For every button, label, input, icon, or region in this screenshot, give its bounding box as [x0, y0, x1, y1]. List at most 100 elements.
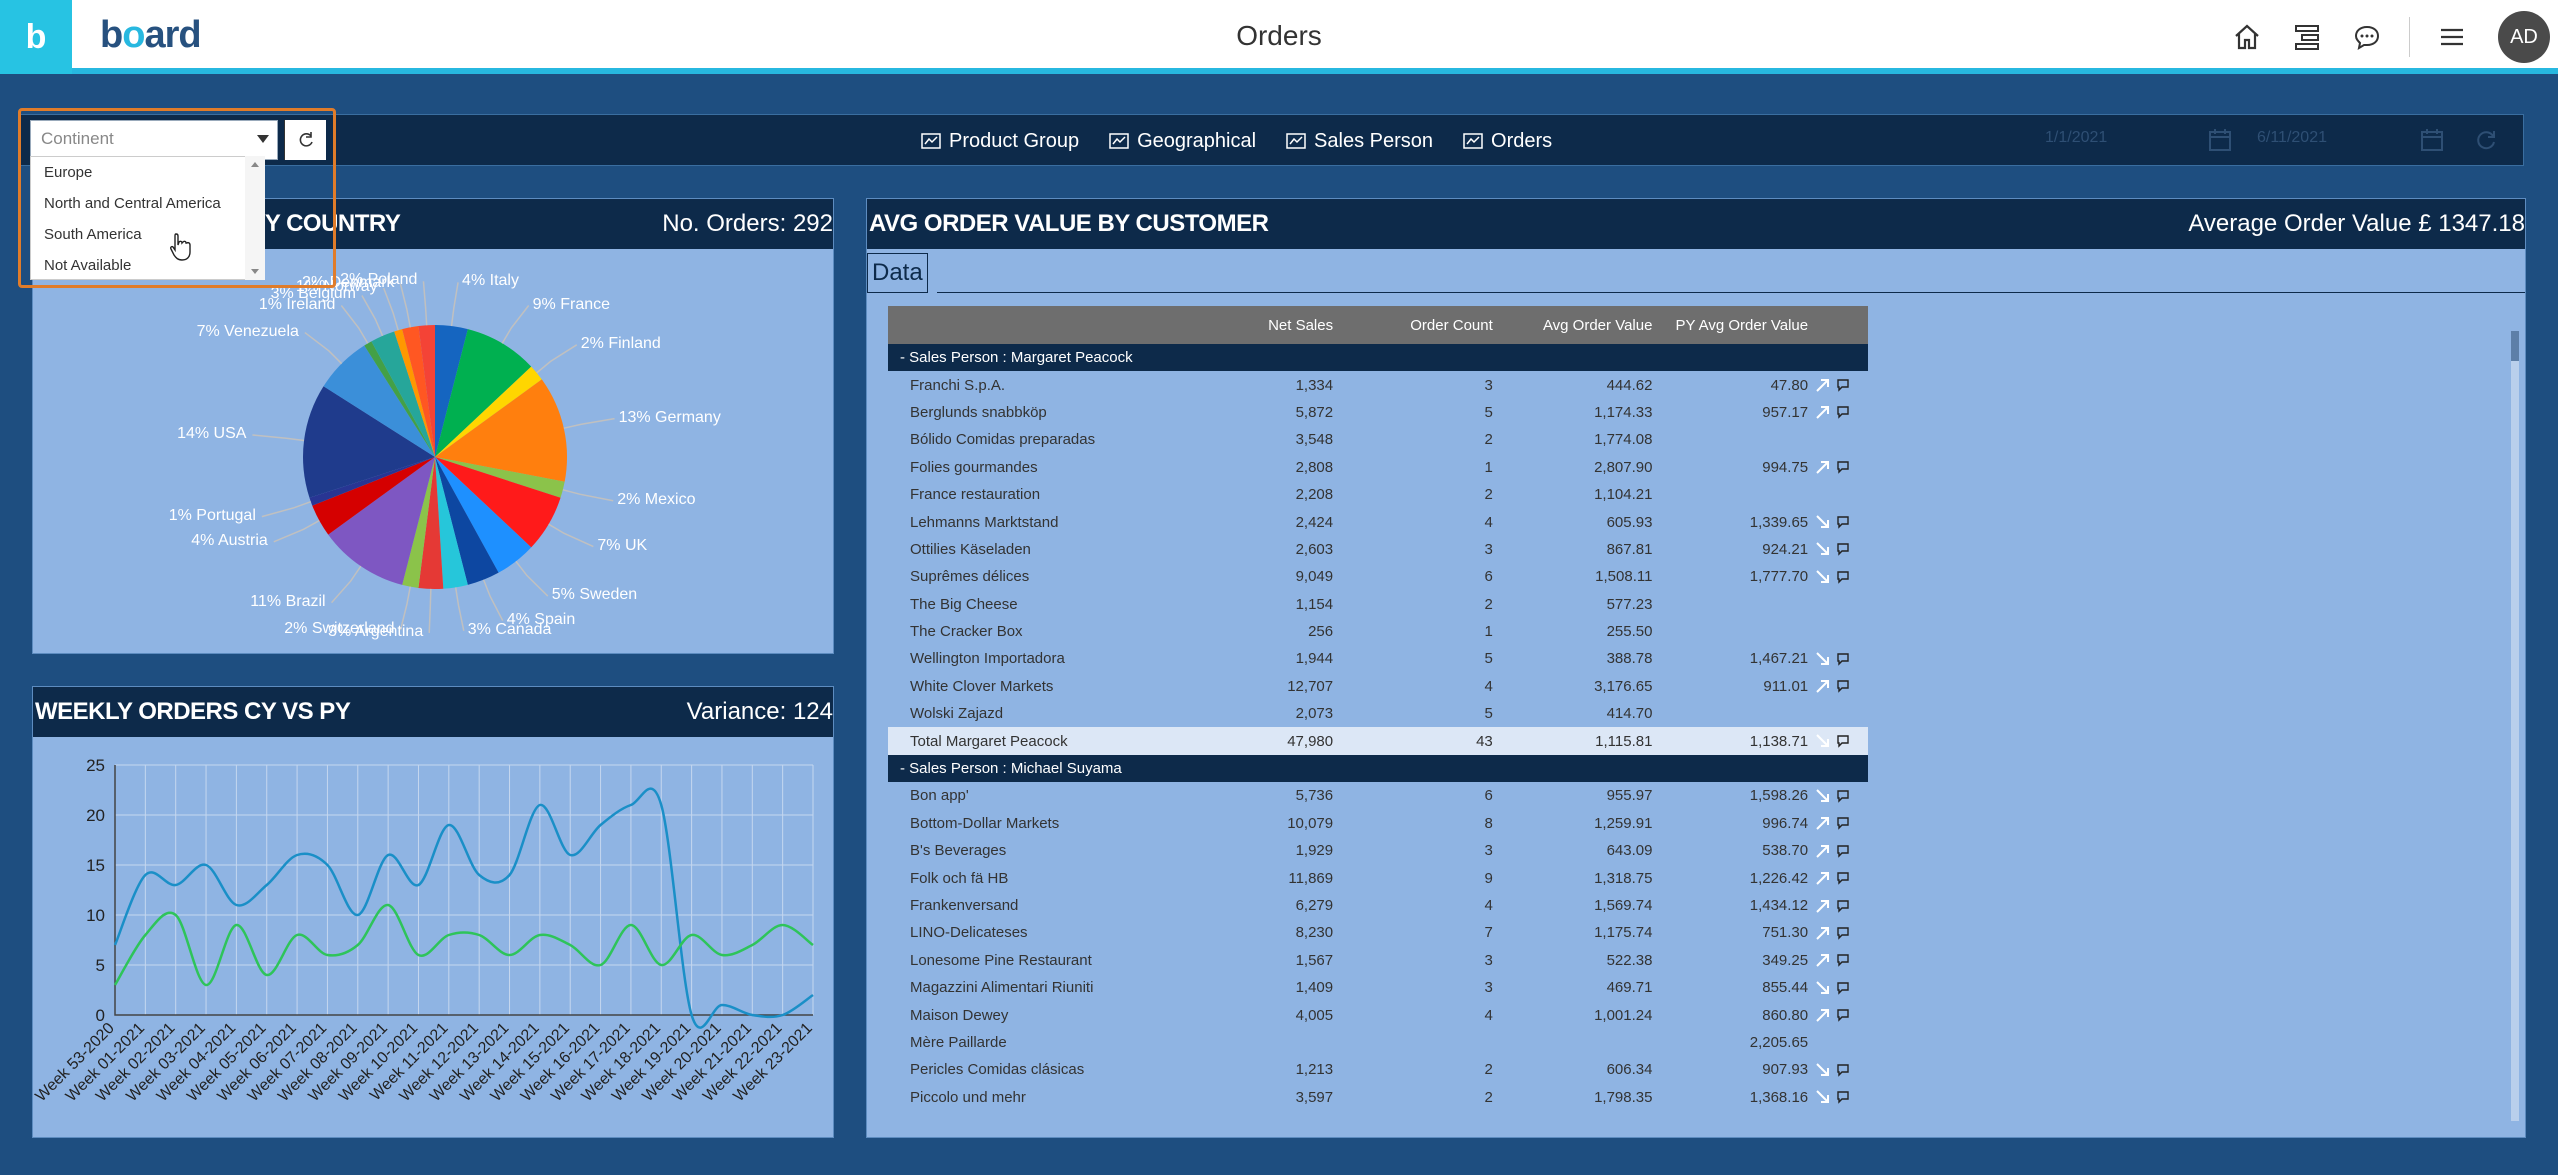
py-avg-order-value-cell: 1,434.12: [1749, 897, 1809, 914]
py-avg-order-value-cell: 1,777.70: [1749, 568, 1809, 586]
nav-geographical[interactable]: Geographical: [1109, 130, 1256, 153]
total-row[interactable]: Total Margaret Peacock 47,980 43 1,115.81 1,…: [888, 727, 1868, 755]
table-row[interactable]: White Clover Markets 12,707 4 3,176.65 911.0…: [888, 673, 1868, 700]
trend-up-icon: [1816, 954, 1830, 967]
comment-icon[interactable]: [1836, 378, 1850, 392]
comment-icon[interactable]: [1836, 816, 1850, 831]
table-row[interactable]: Wellington Importadora 1,944 5 388.78 1,467.…: [888, 645, 1868, 672]
net-sales-cell: 12,707: [1287, 677, 1334, 695]
home-icon[interactable]: [2217, 0, 2277, 74]
grid-header: Net Sales Order Count Avg Order Value PY…: [888, 306, 1868, 344]
user-avatar[interactable]: AD: [2498, 11, 2550, 63]
table-row[interactable]: Lehmanns Marktstand 2,424 4 605.93 1,339.65: [888, 508, 1868, 535]
comment-icon[interactable]: [1836, 652, 1850, 666]
hierarchy-icon[interactable]: [2277, 0, 2337, 74]
tab-rule: [937, 292, 2525, 293]
order-count-cell: 2: [1484, 1088, 1493, 1106]
nav-product-group[interactable]: Product Group: [921, 130, 1079, 153]
table-row[interactable]: Bottom-Dollar Markets 10,079 8 1,259.91 996.…: [888, 810, 1868, 837]
comment-icon[interactable]: [1836, 1008, 1850, 1022]
comment-icon[interactable]: [1836, 953, 1850, 967]
table-row[interactable]: Piccolo und mehr 3,597 2 1,798.35 1,368.16: [888, 1084, 1868, 1111]
header-order-count[interactable]: Order Count: [1333, 317, 1493, 334]
calendar-icon[interactable]: [2207, 127, 2233, 153]
table-row[interactable]: Mère Paillarde 2,205.65: [888, 1029, 1868, 1056]
continent-option[interactable]: Europe: [31, 157, 264, 188]
comment-icon[interactable]: [1836, 405, 1850, 420]
scrollbar-thumb[interactable]: [2511, 331, 2519, 361]
header-avg-order-value[interactable]: Avg Order Value: [1493, 317, 1653, 334]
table-row[interactable]: Berglunds snabbköp 5,872 5 1,174.33 957.17: [888, 399, 1868, 426]
chat-icon[interactable]: [2337, 0, 2397, 74]
comment-icon[interactable]: [1836, 926, 1850, 940]
reset-filter-button[interactable]: [284, 120, 326, 160]
trend-cell: [1808, 787, 1868, 805]
date-from-field[interactable]: 1/1/2021: [2045, 129, 2107, 147]
table-row[interactable]: Maison Dewey 4,005 4 1,001.24 860.80: [888, 1001, 1868, 1028]
py-avg-order-value-cell: 47.80: [1770, 376, 1809, 394]
net-sales-cell: 5,736: [1295, 787, 1334, 805]
pie-leader-line: [252, 434, 305, 442]
calendar-icon[interactable]: [2419, 127, 2445, 153]
date-to-field[interactable]: 6/11/2021: [2257, 129, 2327, 147]
nav-orders[interactable]: Orders: [1463, 130, 1552, 153]
comment-icon[interactable]: [1836, 789, 1850, 803]
comment-icon[interactable]: [1836, 871, 1850, 885]
menu-icon[interactable]: [2422, 0, 2482, 74]
continent-select[interactable]: Continent: [30, 120, 278, 160]
nav-sales-person[interactable]: Sales Person: [1286, 130, 1433, 153]
series-line-py[interactable]: [113, 903, 814, 987]
table-row[interactable]: Wolski Zajazd 2,073 5 414.70: [888, 700, 1868, 727]
sales-person-group-header[interactable]: - Sales Person : Margaret Peacock: [888, 344, 1868, 372]
comment-icon[interactable]: [1836, 515, 1850, 529]
comment-icon[interactable]: [1836, 981, 1850, 995]
page-title: Orders: [1236, 20, 1322, 51]
table-row[interactable]: The Cracker Box 256 1 255.50: [888, 618, 1868, 645]
net-sales-cell: 5,872: [1295, 403, 1334, 421]
table-row[interactable]: LINO-Delicateses 8,230 7 1,175.74 751.30: [888, 919, 1868, 946]
table-row[interactable]: Franchi S.p.A. 1,334 3 444.62 47.80: [888, 371, 1868, 398]
sales-person-group-header[interactable]: - Sales Person : Michael Suyama: [888, 754, 1868, 783]
board-logo-icon[interactable]: b: [0, 0, 72, 74]
trend-cell: [1808, 814, 1868, 832]
header-py-avg-order-value[interactable]: PY Avg Order Value: [1652, 317, 1809, 334]
net-sales-cell: 1,213: [1295, 1061, 1334, 1079]
table-row[interactable]: Bólido Comidas preparadas 3,548 2 1,774.08: [888, 426, 1868, 453]
comment-icon[interactable]: [1836, 542, 1850, 557]
table-row[interactable]: Folies gourmandes 2,808 1 2,807.90 994.75: [888, 454, 1868, 481]
comment-icon[interactable]: [1836, 570, 1850, 584]
table-row[interactable]: France restauration 2,208 2 1,104.21: [888, 481, 1868, 508]
continent-option[interactable]: Not Available: [31, 250, 264, 281]
screen-icon: [921, 133, 941, 149]
order-count-cell: 5: [1484, 403, 1493, 421]
table-row[interactable]: Folk och fä HB 11,869 9 1,318.75 1,226.42: [888, 864, 1868, 891]
series-line-cy[interactable]: [113, 787, 814, 1029]
table-row[interactable]: Lonesome Pine Restaurant 1,567 3 522.38 349.…: [888, 947, 1868, 974]
table-row[interactable]: Bon app' 5,736 6 955.97 1,598.26: [888, 782, 1868, 809]
continent-option[interactable]: North and Central America: [31, 188, 264, 219]
comment-icon[interactable]: [1836, 1063, 1850, 1077]
table-row[interactable]: Pericles Comidas clásicas 1,213 2 606.34 907…: [888, 1056, 1868, 1083]
grid-scrollbar[interactable]: [2511, 331, 2519, 1121]
table-row[interactable]: The Big Cheese 1,154 2 577.23: [888, 591, 1868, 618]
avg-order-value-cell: 1,318.75: [1594, 869, 1653, 887]
comment-icon[interactable]: [1836, 679, 1850, 694]
table-row[interactable]: Suprêmes délices 9,049 6 1,508.11 1,777.70: [888, 563, 1868, 590]
table-row[interactable]: Ottilies Käseladen 2,603 3 867.81 924.21: [888, 536, 1868, 563]
pie-leader-line: [454, 587, 465, 631]
table-row[interactable]: B's Beverages 1,929 3 643.09 538.70: [888, 837, 1868, 864]
comment-icon[interactable]: [1836, 1090, 1850, 1104]
chevron-down-icon[interactable]: [257, 135, 269, 143]
data-tab[interactable]: Data: [867, 253, 928, 293]
comment-icon[interactable]: [1836, 899, 1850, 913]
refresh-icon[interactable]: [2473, 127, 2499, 153]
header-net-sales[interactable]: Net Sales: [1183, 317, 1333, 334]
comment-icon[interactable]: [1836, 844, 1850, 858]
comment-icon[interactable]: [1836, 734, 1850, 748]
table-row[interactable]: Magazzini Alimentari Riuniti 1,409 3 469.71…: [888, 974, 1868, 1001]
comment-icon[interactable]: [1836, 460, 1850, 474]
continent-option[interactable]: South America: [31, 219, 264, 250]
table-row[interactable]: Frankenversand 6,279 4 1,569.74 1,434.12: [888, 892, 1868, 919]
trend-cell: [1808, 842, 1868, 860]
options-scrollbar[interactable]: [245, 156, 265, 280]
